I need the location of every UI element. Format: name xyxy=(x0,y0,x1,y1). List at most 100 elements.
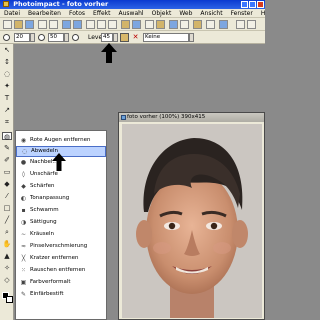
saturation-icon: ◑ xyxy=(20,218,27,226)
menu-fotos[interactable]: Fotos xyxy=(65,9,89,17)
blur-icon: ◊ xyxy=(22,170,25,178)
menu-bearbeiten[interactable]: Bearbeiten xyxy=(24,9,65,17)
close-icon[interactable] xyxy=(257,1,264,8)
effect-brush-icon[interactable]: ✧ xyxy=(2,264,12,272)
zoom-out-icon[interactable] xyxy=(236,20,245,29)
crop-tool-icon[interactable]: ⌗ xyxy=(2,118,12,126)
app-title-bar: Photoimpact - foto vorher xyxy=(0,0,265,9)
color-icon: ▣ xyxy=(20,278,27,286)
flyout-item-red-eye[interactable]: ◉ Rote Augen entfernen xyxy=(16,135,106,146)
menu-fenster[interactable]: Fenster xyxy=(227,9,257,17)
maximize-icon[interactable] xyxy=(249,1,256,8)
transparency-icon[interactable] xyxy=(38,34,45,41)
level-field[interactable]: 45 xyxy=(101,33,113,42)
new-file-icon[interactable] xyxy=(3,20,12,29)
crop-icon[interactable] xyxy=(121,20,130,29)
menu-hilfe[interactable]: Hilfe xyxy=(257,9,265,17)
flyout-item-saturation[interactable]: ◑ Sättigung xyxy=(16,217,106,228)
menu-auswahl[interactable]: Auswahl xyxy=(115,9,148,17)
save-icon[interactable] xyxy=(25,20,34,29)
flyout-item-tone[interactable]: ◐ Tonanpassung xyxy=(16,193,106,204)
app-icon xyxy=(3,1,9,7)
menu-datei[interactable]: Datei xyxy=(0,9,24,17)
flyout-item-sponge[interactable]: ▪ Schwamm xyxy=(16,205,106,216)
eraser-tool-icon[interactable]: ▭ xyxy=(2,168,12,176)
open-folder-icon[interactable] xyxy=(14,20,23,29)
stamp-tool-icon[interactable]: ▲ xyxy=(2,252,12,260)
resize-icon[interactable] xyxy=(145,20,154,29)
cut-icon[interactable] xyxy=(86,20,95,29)
flyout-item-color[interactable]: ▣ Farbverformalt xyxy=(16,277,106,288)
flyout-item-sharpen[interactable]: ◆ Schärfen xyxy=(16,181,106,192)
flyout-item-colorize[interactable]: ✎ Einfärbestift xyxy=(16,289,106,300)
fill-tool-icon[interactable]: ◆ xyxy=(2,180,12,188)
pick-tool-icon[interactable]: ↖ xyxy=(2,46,12,54)
enhance-icon[interactable] xyxy=(156,20,165,29)
noise-icon: ⁙ xyxy=(20,266,27,274)
transparency-spinner[interactable] xyxy=(64,33,69,42)
web-icon[interactable] xyxy=(193,20,202,29)
annotation-arrow-up-icon xyxy=(101,43,117,63)
image-window-title-bar[interactable]: foto vorher (100%) 390x415 xyxy=(119,113,264,122)
image-window-title: foto vorher (100%) 390x415 xyxy=(127,114,206,120)
mode-select[interactable]: Keine xyxy=(143,33,189,42)
flyout-item-noise[interactable]: ⁙ Rauschen entfernen xyxy=(16,265,106,276)
scratch-icon: ╳ xyxy=(21,254,26,262)
magic-wand-icon[interactable]: ✦ xyxy=(2,82,12,90)
help-icon[interactable] xyxy=(219,20,228,29)
mode-dropdown-arrow[interactable] xyxy=(189,33,194,42)
size-field[interactable]: 20 xyxy=(14,33,30,42)
hand-tool-icon[interactable]: ✋ xyxy=(2,240,12,248)
colorize-icon: ✎ xyxy=(20,290,27,298)
retouch-tool-icon[interactable]: ◍ xyxy=(2,132,12,141)
browser-icon[interactable] xyxy=(206,20,215,29)
menu-ansicht[interactable]: Ansicht xyxy=(196,9,226,17)
line-tool-icon[interactable]: ╱ xyxy=(2,216,12,224)
options-bar: 20 50 Level 45 ✕ Keine xyxy=(0,31,265,44)
transform-tool-icon[interactable]: ↕ xyxy=(2,58,12,66)
transparency-field[interactable]: 50 xyxy=(48,33,64,42)
undo-icon[interactable] xyxy=(62,20,71,29)
size-spinner[interactable] xyxy=(30,33,35,42)
menu-web[interactable]: Web xyxy=(175,9,196,17)
menu-objekt[interactable]: Objekt xyxy=(148,9,176,17)
object-tool-icon[interactable]: ◇ xyxy=(2,276,12,284)
lasso-tool-icon[interactable]: ◌ xyxy=(2,70,12,78)
redo-icon[interactable] xyxy=(73,20,82,29)
effect-icon[interactable] xyxy=(169,20,178,29)
background-color-swatch[interactable] xyxy=(6,296,13,303)
flyout-item-scratch[interactable]: ╳ Kratzer entfernen xyxy=(16,253,106,264)
document-icon xyxy=(121,115,126,120)
burn-icon: ● xyxy=(20,158,27,166)
menu-effekt[interactable]: Effekt xyxy=(89,9,114,17)
brush-shape-icon[interactable] xyxy=(3,34,10,41)
eyedropper-icon[interactable]: ⁄ xyxy=(2,192,12,200)
minimize-icon[interactable] xyxy=(241,1,248,8)
portrait-photo xyxy=(122,124,262,318)
zoom-tool-icon[interactable]: ⌕ xyxy=(2,228,12,236)
eye-icon: ◉ xyxy=(20,136,27,144)
flyout-item-smudge[interactable]: ∼ Kräuseln xyxy=(16,229,106,240)
path-tool-icon[interactable]: ↗ xyxy=(2,106,12,114)
paste-icon[interactable] xyxy=(108,20,117,29)
zoom-in-icon[interactable] xyxy=(247,20,256,29)
scan-icon[interactable] xyxy=(49,20,58,29)
color-swatch[interactable] xyxy=(120,33,129,42)
flyout-item-brush-smear[interactable]: ≈ Pinselverschmierung xyxy=(16,241,106,252)
level-spinner[interactable] xyxy=(113,33,118,42)
window-title: Photoimpact - foto vorher xyxy=(13,0,109,8)
shape-tool-icon[interactable]: □ xyxy=(2,204,12,212)
clone-tool-icon[interactable]: ✐ xyxy=(2,156,12,164)
window-controls xyxy=(241,1,264,8)
tool-panel: ↖ ↕ ◌ ✦ T ↗ ⌗ ◍ ✎ ✐ ▭ ◆ ⁄ □ ╱ ⌕ ✋ ▲ ✧ ◇ xyxy=(0,44,14,320)
photo-canvas[interactable] xyxy=(122,124,262,318)
text-tool-icon[interactable] xyxy=(180,20,189,29)
rotate-icon[interactable] xyxy=(132,20,141,29)
copy-icon[interactable] xyxy=(97,20,106,29)
clear-icon[interactable]: ✕ xyxy=(131,33,140,42)
text-tool-icon[interactable]: T xyxy=(2,94,12,102)
print-icon[interactable] xyxy=(38,20,47,29)
soft-edge-icon[interactable] xyxy=(72,34,79,41)
image-window[interactable]: foto vorher (100%) 390x415 xyxy=(118,112,265,320)
paint-tool-icon[interactable]: ✎ xyxy=(2,144,12,152)
